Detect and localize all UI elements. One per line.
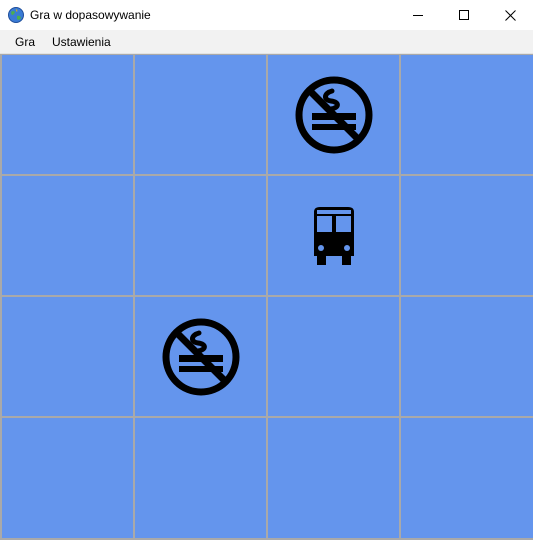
board-tile[interactable]: [268, 55, 399, 174]
board-tile[interactable]: [135, 297, 266, 416]
bus-icon: [306, 206, 362, 266]
board-tile[interactable]: [2, 418, 133, 538]
game-board: [0, 54, 533, 540]
minimize-button[interactable]: [395, 0, 441, 30]
board-tile[interactable]: [135, 55, 266, 174]
close-icon: [504, 9, 516, 21]
no-smoking-icon: [294, 75, 374, 155]
maximize-button[interactable]: [441, 0, 487, 30]
board-tile[interactable]: [2, 176, 133, 295]
board-tile[interactable]: [268, 176, 399, 295]
menu-item-ustawienia[interactable]: Ustawienia: [52, 34, 111, 50]
board-tile[interactable]: [268, 297, 399, 416]
board-tile[interactable]: [401, 297, 533, 416]
no-smoking-icon: [161, 317, 241, 397]
minimize-icon: [413, 15, 423, 16]
title-bar[interactable]: Gra w dopasowywanie: [0, 0, 533, 30]
board-tile[interactable]: [401, 176, 533, 295]
maximize-icon: [459, 10, 469, 20]
menu-item-gra[interactable]: Gra: [15, 34, 35, 50]
board-tile[interactable]: [2, 55, 133, 174]
board-tile[interactable]: [135, 418, 266, 538]
menu-bar: Gra Ustawienia: [0, 30, 533, 53]
globe-app-icon: [8, 7, 24, 23]
game-window: Gra w dopasowywanie Gra Ustawienia: [0, 0, 533, 540]
window-title: Gra w dopasowywanie: [30, 8, 151, 22]
board-tile[interactable]: [401, 418, 533, 538]
board-tile[interactable]: [2, 297, 133, 416]
board-tile[interactable]: [401, 55, 533, 174]
board-tile[interactable]: [135, 176, 266, 295]
close-button[interactable]: [487, 0, 533, 30]
board-tile[interactable]: [268, 418, 399, 538]
